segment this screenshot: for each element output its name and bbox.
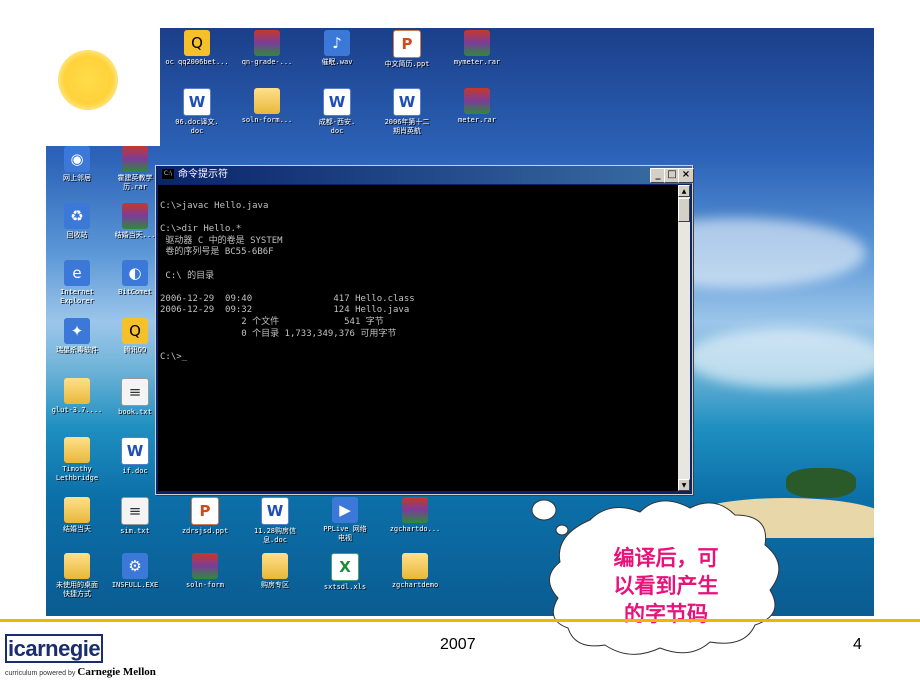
footer-year: 2007 <box>440 636 476 653</box>
icarnegie-logo: icarnegie curriculum powered by Carnegie… <box>5 634 156 678</box>
callout-line-1: 编译后，可 <box>613 546 719 570</box>
logo-tagline: curriculum powered by Carnegie Mellon <box>5 666 156 678</box>
callout-line-3: 的字节码 <box>624 602 708 626</box>
callout-line-2: 以看到产生 <box>613 574 719 598</box>
callout-cloud <box>531 499 780 655</box>
logo-word: icarnegie <box>5 634 156 663</box>
callout-text: 编译后，可 以看到产生 的字节码 <box>578 544 754 628</box>
footer-rule <box>0 619 920 622</box>
page-number: 4 <box>853 636 862 653</box>
